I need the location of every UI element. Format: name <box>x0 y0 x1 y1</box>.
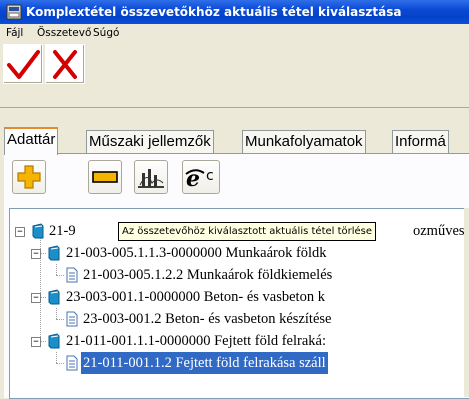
document-icon <box>66 311 78 327</box>
red-x-icon <box>53 50 77 79</box>
collapse-toggle[interactable]: − <box>31 337 41 347</box>
tree-node[interactable]: − 21-011-001.1.1-0000000 Fejtett föld fe… <box>10 330 469 352</box>
menu-help[interactable]: Súgó <box>93 27 119 39</box>
tree-leaf-selected[interactable]: 21-011-001.1.2 Fejtett föld felrakása sz… <box>10 352 469 374</box>
add-button[interactable] <box>12 160 46 194</box>
delete-icon <box>92 171 118 183</box>
document-icon <box>66 355 78 371</box>
tree-toolbar: e c <box>10 160 469 198</box>
main-toolbar <box>0 42 469 100</box>
tab-adattar[interactable]: Adattár <box>4 127 59 155</box>
ok-button[interactable] <box>3 44 43 84</box>
cancel-button[interactable] <box>45 44 85 84</box>
checkmark-icon <box>7 50 40 79</box>
book-icon <box>32 223 44 239</box>
collapse-toggle[interactable]: − <box>31 293 41 303</box>
tree-node-label-trailing: ozműves <box>413 223 465 239</box>
tree-node-label: 21-011-001.1.1-0000000 Fejtett föld felr… <box>66 333 327 349</box>
chart-icon <box>138 169 164 188</box>
tree-node-label: 21-003-005.1.2.2 Munkaárok földkiemelés <box>83 267 333 283</box>
document-icon <box>66 267 78 283</box>
tree-node-label: 21-011-001.1.2 Fejtett föld felrakása sz… <box>81 352 328 374</box>
tree-node[interactable]: − 23-003-001.1-0000000 Beton- és vasbeto… <box>10 286 469 308</box>
window-title: Komplextétel összevetőkhöz aktuális téte… <box>26 5 402 19</box>
tree-node[interactable]: − 21-003-005.1.1.3-0000000 Munkaárok föl… <box>10 242 469 264</box>
tree-leaf[interactable]: 23-003-001.2 Beton- és vasbeton készítés… <box>10 308 469 330</box>
tab-munkafolyamatok[interactable]: Munkafolyamatok <box>242 130 366 153</box>
book-icon <box>48 245 60 261</box>
tab-muszaki-jellemzok[interactable]: Műszaki jellemzők <box>86 130 214 153</box>
tree-node-label: 21-9 <box>49 223 76 239</box>
ie-button[interactable]: e c <box>182 160 220 194</box>
tooltip: Az összetevőhöz kiválasztott aktuális té… <box>118 222 377 241</box>
tree-leaf[interactable]: 21-003-005.1.2.2 Munkaárok földkiemelés <box>10 264 469 286</box>
book-icon <box>48 333 60 349</box>
tree-right-border <box>464 208 469 397</box>
tab-informacio[interactable]: Informá <box>392 130 449 153</box>
menu-bar: Fájl Összetevő Súgó <box>0 24 469 42</box>
chart-button[interactable] <box>134 160 168 194</box>
title-bar: Komplextétel összevetőkhöz aktuális téte… <box>0 0 469 24</box>
book-icon <box>48 289 60 305</box>
toolbar-separator <box>0 107 469 108</box>
ie-suffix: c <box>206 168 214 184</box>
tree-node-label: 23-003-001.2 Beton- és vasbeton készítés… <box>83 311 332 327</box>
delete-button[interactable] <box>88 160 122 194</box>
menu-component[interactable]: Összetevő <box>37 27 91 39</box>
add-icon <box>17 165 41 189</box>
tree-node-label: 21-003-005.1.1.3-0000000 Munkaárok földk <box>66 245 327 261</box>
collapse-toggle[interactable]: − <box>15 227 25 237</box>
menu-file[interactable]: Fájl <box>6 27 23 39</box>
collapse-toggle[interactable]: − <box>31 249 41 259</box>
tree-node-label: 23-003-001.1-0000000 Beton- és vasbeton … <box>66 289 325 305</box>
ie-icon: e <box>185 166 205 192</box>
app-icon <box>6 4 22 20</box>
tab-strip: Adattár Műszaki jellemzők Munkafolyamato… <box>0 127 469 155</box>
